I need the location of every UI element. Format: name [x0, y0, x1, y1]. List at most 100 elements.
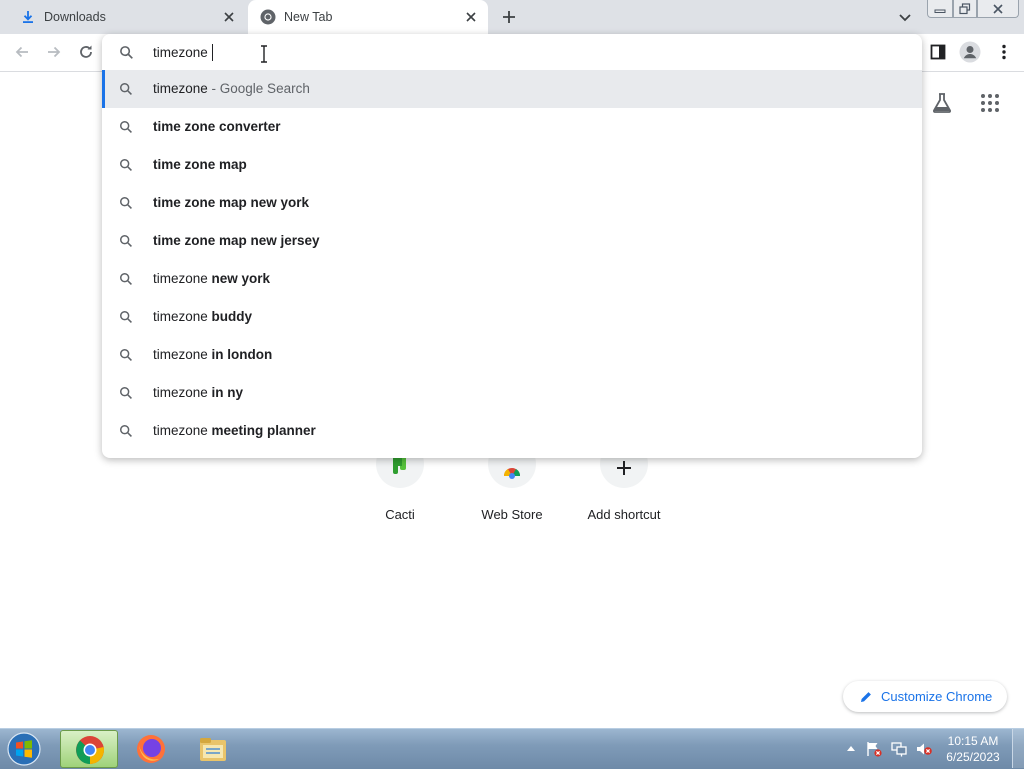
volume-muted-icon[interactable] — [915, 741, 933, 757]
tab-title: Downloads — [44, 10, 106, 24]
tab-downloads[interactable]: Downloads — [8, 0, 246, 34]
taskbar-chrome[interactable] — [60, 730, 118, 768]
restore-icon — [959, 2, 971, 14]
suggestion-text: time zone map new york — [153, 195, 309, 210]
taskbar-firefox[interactable] — [122, 730, 180, 768]
clock-date: 6/25/2023 — [946, 750, 1000, 764]
suggestion-text: timezone in ny — [153, 385, 243, 400]
suggestion-text: time zone map — [153, 157, 247, 172]
search-icon — [120, 121, 132, 133]
suggestion-item[interactable]: timezone buddy — [102, 298, 922, 336]
text-caret — [211, 44, 213, 61]
suggestion-completion: buddy — [211, 309, 253, 324]
tab-strip: Downloads New Tab — [0, 0, 1024, 34]
back-arrow-icon[interactable] — [12, 42, 32, 62]
more-menu-icon[interactable] — [994, 42, 1014, 62]
customize-chrome-button[interactable]: Customize Chrome — [843, 681, 1007, 712]
customize-chrome-label: Customize Chrome — [881, 689, 993, 704]
firefox-icon — [137, 735, 165, 763]
suggestion-completion: time zone map new york — [153, 195, 310, 210]
ibeam-cursor-icon — [261, 45, 267, 63]
suggestion-list: timezone - Google Search time zone conver… — [102, 70, 922, 450]
forward-arrow-icon[interactable] — [44, 42, 64, 62]
search-icon — [120, 425, 132, 437]
suggestion-text: timezone in london — [153, 347, 272, 362]
action-center-flag-icon[interactable] — [865, 741, 883, 757]
minimize-button[interactable] — [927, 0, 953, 18]
search-icon — [120, 311, 132, 323]
tab-title: New Tab — [284, 10, 333, 24]
suggestion-text: timezone - Google Search — [153, 81, 310, 96]
suggestion-typed-part: timezone — [153, 423, 212, 438]
suggestion-typed-part: timezone — [153, 385, 212, 400]
suggestion-typed-part: timezone — [153, 347, 212, 362]
suggestion-completion: time zone converter — [153, 119, 281, 134]
suggestion-item[interactable]: timezone - Google Search — [102, 70, 922, 108]
close-icon — [993, 3, 1003, 14]
suggestion-typed-part: timezone — [153, 271, 212, 286]
suggestion-completion: in ny — [211, 385, 244, 400]
suggestion-item[interactable]: time zone map — [102, 146, 922, 184]
chrome-icon — [76, 736, 104, 764]
search-icon — [120, 83, 132, 95]
suggestion-text: timezone buddy — [153, 309, 252, 324]
search-icon — [120, 349, 132, 361]
shortcut-label: Add shortcut — [587, 507, 661, 522]
show-desktop-button[interactable] — [1012, 729, 1024, 768]
taskbar-clock[interactable]: 10:15 AM 6/25/2023 — [940, 733, 1006, 765]
suggestion-item[interactable]: timezone new york — [102, 260, 922, 298]
suggestion-text: timezone new york — [153, 271, 270, 286]
address-bar[interactable]: timezone — [102, 34, 922, 70]
restore-button[interactable] — [953, 0, 977, 18]
reload-icon[interactable] — [76, 42, 96, 62]
suggestion-completion: meeting planner — [211, 423, 316, 438]
omnibox-dropdown: timezone timezone - Google Search time zo… — [102, 34, 922, 458]
windows-start-icon[interactable] — [4, 731, 44, 767]
apps-grid-icon[interactable] — [980, 93, 1000, 113]
address-input[interactable]: timezone — [153, 44, 213, 61]
search-icon — [120, 159, 132, 171]
suggestion-completion: time zone map — [153, 157, 247, 172]
new-tab-plus-icon[interactable] — [499, 7, 519, 27]
pencil-icon — [861, 691, 871, 702]
suggestion-description: - Google Search — [207, 81, 310, 96]
clock-time: 10:15 AM — [947, 734, 999, 748]
close-icon[interactable] — [222, 10, 236, 24]
profile-avatar-icon[interactable] — [959, 41, 981, 63]
minimize-icon — [934, 9, 946, 13]
side-panel-icon[interactable] — [928, 42, 948, 62]
shortcut-label: Cacti — [385, 507, 415, 522]
shortcut-label: Web Store — [481, 507, 543, 522]
search-icon — [120, 235, 132, 247]
suggestion-text: time zone map new jersey — [153, 233, 320, 248]
suggestion-completion: new york — [211, 271, 271, 286]
suggestion-completion: time zone map new jersey — [153, 233, 320, 248]
suggestion-item[interactable]: timezone meeting planner — [102, 412, 922, 450]
suggestion-item[interactable]: time zone map new york — [102, 184, 922, 222]
search-icon — [120, 387, 132, 399]
suggestion-item[interactable]: timezone in ny — [102, 374, 922, 412]
suggestion-text: timezone meeting planner — [153, 423, 316, 438]
chrome-icon — [260, 9, 276, 25]
close-window-button[interactable] — [977, 0, 1019, 18]
suggestion-text: time zone converter — [153, 119, 281, 134]
taskbar-file-explorer[interactable] — [184, 730, 242, 768]
address-input-text: timezone — [153, 45, 208, 60]
suggestion-item[interactable]: timezone in london — [102, 336, 922, 374]
suggestion-item[interactable]: time zone converter — [102, 108, 922, 146]
chevron-down-icon[interactable] — [896, 8, 914, 26]
file-explorer-icon — [200, 738, 226, 761]
suggestion-item[interactable]: time zone map new jersey — [102, 222, 922, 260]
search-icon — [120, 197, 132, 209]
tab-new-tab[interactable]: New Tab — [248, 0, 488, 34]
suggestion-completion: in london — [211, 347, 273, 362]
network-icon[interactable] — [890, 741, 908, 757]
search-icon — [120, 46, 133, 59]
labs-flask-icon[interactable] — [930, 91, 954, 115]
suggestion-typed-part: timezone — [153, 81, 208, 96]
close-icon[interactable] — [464, 10, 478, 24]
search-icon — [120, 273, 132, 285]
download-icon — [23, 11, 33, 23]
tray-expand-arrow-icon[interactable] — [846, 744, 856, 752]
suggestion-typed-part: timezone — [153, 309, 212, 324]
